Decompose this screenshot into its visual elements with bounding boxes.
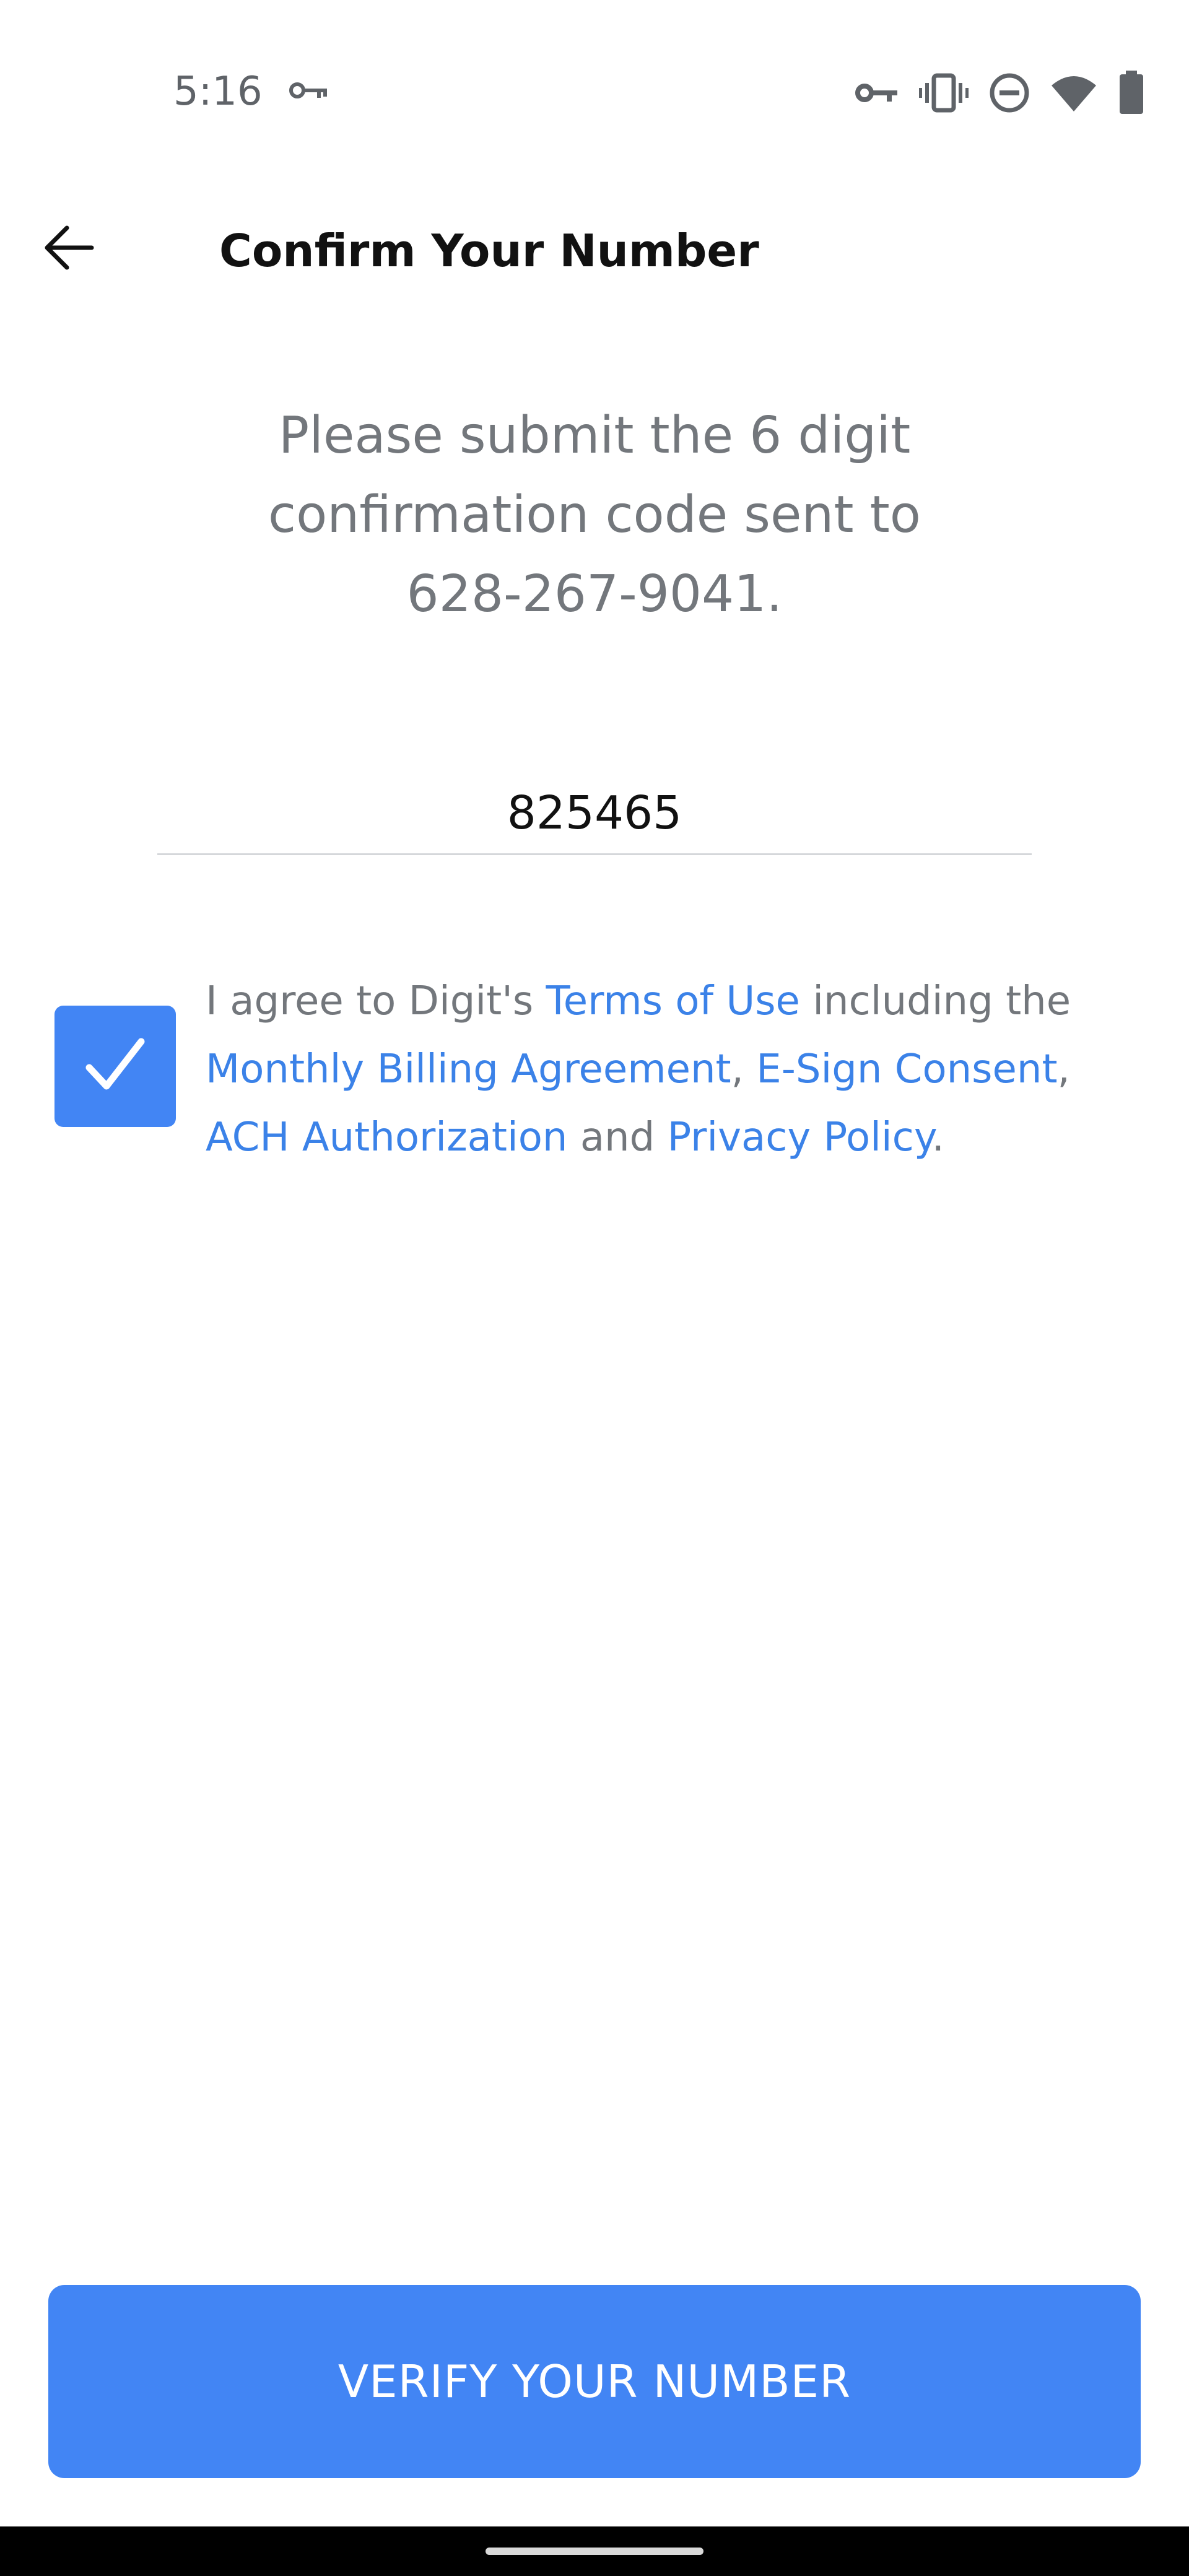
- navigation-bar: [0, 2526, 1189, 2576]
- privacy-policy-link[interactable]: Privacy Policy: [668, 1115, 932, 1160]
- arrow-back-icon[interactable]: [37, 217, 99, 279]
- home-gesture-handle[interactable]: [486, 2548, 703, 2555]
- app-bar: Confirm Your Number: [0, 186, 1189, 310]
- agreement-period: .: [931, 1115, 944, 1160]
- agree-checkbox[interactable]: [54, 1006, 176, 1127]
- page-title: Confirm Your Number: [219, 225, 759, 277]
- do-not-disturb-icon: [990, 73, 1029, 113]
- agreement-prefix: I agree to Digit's: [206, 978, 546, 1024]
- monthly-billing-agreement-link[interactable]: Monthly Billing Agreement: [206, 1046, 731, 1092]
- e-sign-consent-link[interactable]: E-Sign Consent: [756, 1046, 1057, 1092]
- status-time: 5:16: [173, 69, 263, 115]
- ach-authorization-link[interactable]: ACH Authorization: [206, 1115, 567, 1160]
- wifi-icon: [1052, 76, 1096, 111]
- status-bar: 5:16: [0, 0, 1189, 186]
- check-icon: [85, 1038, 145, 1090]
- agreement-including: including the: [799, 978, 1071, 1024]
- verify-number-button[interactable]: VERIFY YOUR NUMBER: [48, 2285, 1141, 2478]
- battery-icon: [1120, 71, 1143, 114]
- vibrate-icon: [919, 73, 969, 113]
- confirmation-code-input[interactable]: [157, 773, 1032, 855]
- agreement-text: I agree to Digit's Terms of Use includin…: [206, 967, 1135, 1172]
- agreement-and: and: [567, 1115, 668, 1160]
- status-icons: [756, 68, 1189, 118]
- agreement-comma: ,: [731, 1046, 757, 1092]
- instructions-text: Please submit the 6 digit confirmation c…: [268, 406, 921, 624]
- agreement-comma: ,: [1057, 1046, 1070, 1092]
- terms-of-use-link[interactable]: Terms of Use: [546, 978, 800, 1024]
- vpn-key-icon: [289, 82, 327, 98]
- vpn-key-icon: [855, 84, 897, 102]
